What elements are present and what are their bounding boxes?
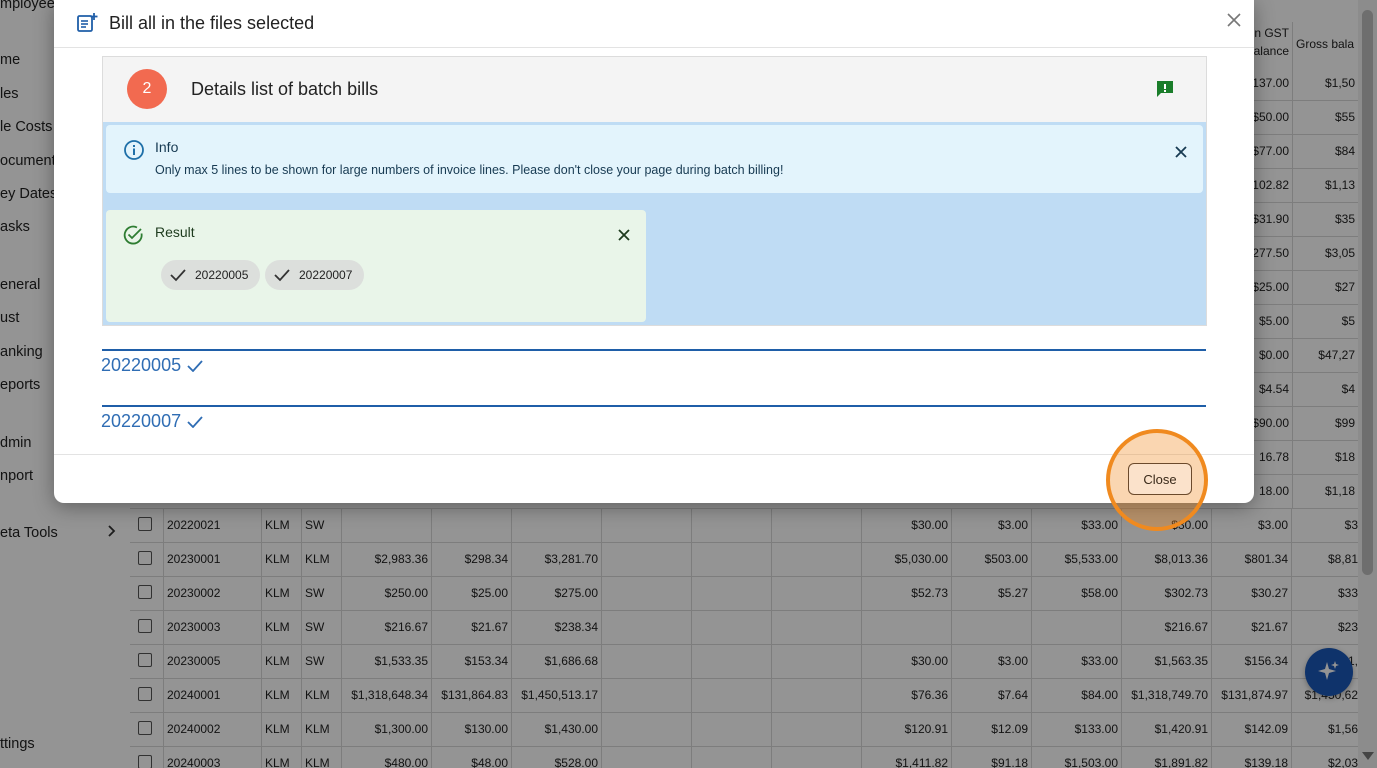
close-icon[interactable]	[1172, 143, 1190, 161]
result-title: Result	[155, 224, 195, 240]
step-number-badge: 2	[127, 69, 167, 109]
check-circle-icon	[123, 225, 143, 245]
chip-label: 20220007	[299, 268, 353, 282]
step-header: 2 Details list of batch bills	[103, 57, 1206, 122]
result-alert: Result 20220005 20220007	[106, 210, 646, 322]
file-number: 20220005	[101, 355, 182, 375]
result-chip[interactable]: 20220005	[161, 260, 261, 290]
check-icon	[274, 269, 290, 282]
feedback-icon[interactable]	[1155, 79, 1175, 99]
file-entry[interactable]: 20220007	[101, 411, 203, 432]
close-icon[interactable]	[615, 226, 633, 244]
file-number: 20220007	[101, 411, 182, 431]
result-chip[interactable]: 20220007	[265, 260, 365, 290]
info-icon	[124, 140, 144, 160]
check-icon	[187, 360, 203, 372]
file-divider	[102, 349, 1206, 351]
add-note-icon	[77, 13, 98, 32]
dialog-title: Bill all in the files selected	[109, 13, 315, 33]
close-icon[interactable]	[1224, 10, 1244, 30]
info-title: Info	[155, 139, 179, 155]
file-divider	[102, 405, 1206, 407]
info-message: Only max 5 lines to be shown for large n…	[155, 163, 784, 177]
step-title: Details list of batch bills	[191, 79, 379, 99]
check-icon	[170, 269, 186, 282]
chip-label: 20220005	[195, 268, 249, 282]
file-entry[interactable]: 20220005	[101, 355, 203, 376]
step-panel: 2 Details list of batch bills Info Only …	[102, 56, 1207, 326]
dialog-footer-divider	[54, 454, 1254, 455]
check-icon	[187, 416, 203, 428]
close-button[interactable]: Close	[1128, 463, 1192, 495]
batch-bill-dialog: Bill all in the files selected 2 Details…	[54, 0, 1254, 503]
dialog-header: Bill all in the files selected	[54, 0, 1254, 48]
info-alert: Info Only max 5 lines to be shown for la…	[106, 125, 1203, 193]
